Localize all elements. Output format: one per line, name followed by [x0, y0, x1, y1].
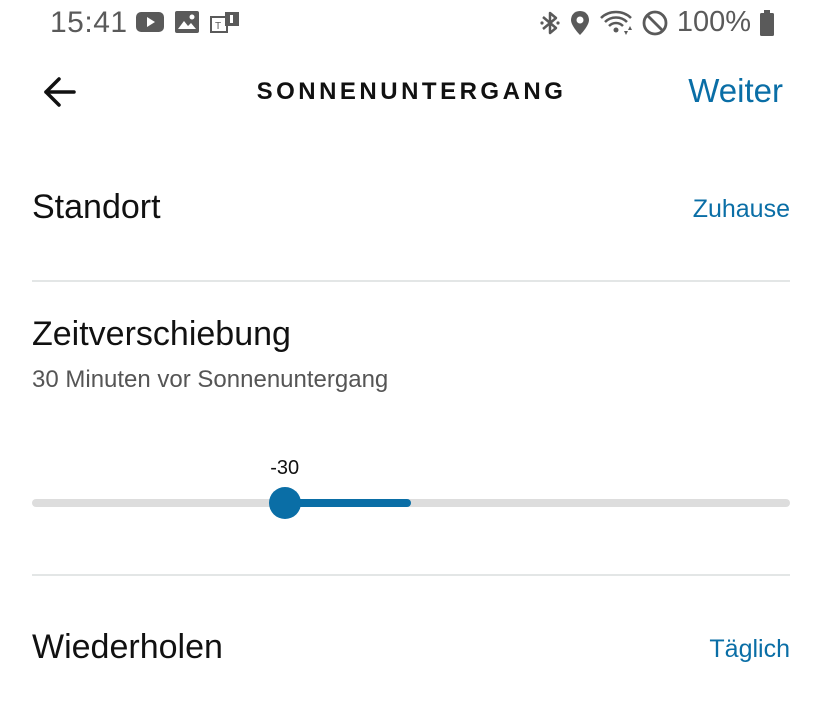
- slider-thumb[interactable]: [268, 487, 301, 519]
- slider-track[interactable]: [32, 499, 790, 507]
- status-bar: 15:41 T 100%: [0, 0, 823, 48]
- offset-label: Zeitverschiebung: [32, 315, 291, 353]
- repeat-label: Wiederholen: [32, 628, 223, 666]
- location-icon: [569, 9, 591, 37]
- bluetooth-icon: [539, 9, 561, 37]
- gallery-icon: [174, 10, 200, 34]
- status-notification-icons: T: [136, 10, 240, 34]
- next-button[interactable]: Weiter: [688, 72, 783, 110]
- repeat-row[interactable]: Wiederholen Täglich: [32, 626, 790, 676]
- offset-description: 30 Minuten vor Sonnenuntergang: [32, 366, 389, 393]
- slider-fill: [284, 499, 411, 507]
- offset-row: Zeitverschiebung: [32, 313, 790, 359]
- offset-slider[interactable]: -30: [32, 457, 790, 520]
- do-not-disturb-icon: [641, 9, 669, 37]
- location-row[interactable]: Standort Zuhause: [32, 186, 790, 236]
- slider-value-label: -30: [270, 457, 300, 479]
- status-time: 15:41: [50, 6, 128, 39]
- divider: [32, 280, 790, 282]
- location-value-link[interactable]: Zuhause: [693, 195, 790, 224]
- youtube-icon: [136, 11, 164, 33]
- divider: [32, 574, 790, 576]
- app-header: SONNENUNTERGANG Weiter: [0, 60, 823, 124]
- battery-percentage: 100%: [676, 6, 751, 38]
- location-label: Standort: [32, 188, 161, 226]
- wifi-icon: [599, 9, 633, 37]
- status-system-icons: 100%: [539, 6, 775, 39]
- svg-text:T: T: [215, 21, 221, 32]
- battery-icon: [759, 9, 775, 37]
- notification-app-icon: T: [210, 10, 240, 34]
- repeat-value-link[interactable]: Täglich: [709, 635, 790, 664]
